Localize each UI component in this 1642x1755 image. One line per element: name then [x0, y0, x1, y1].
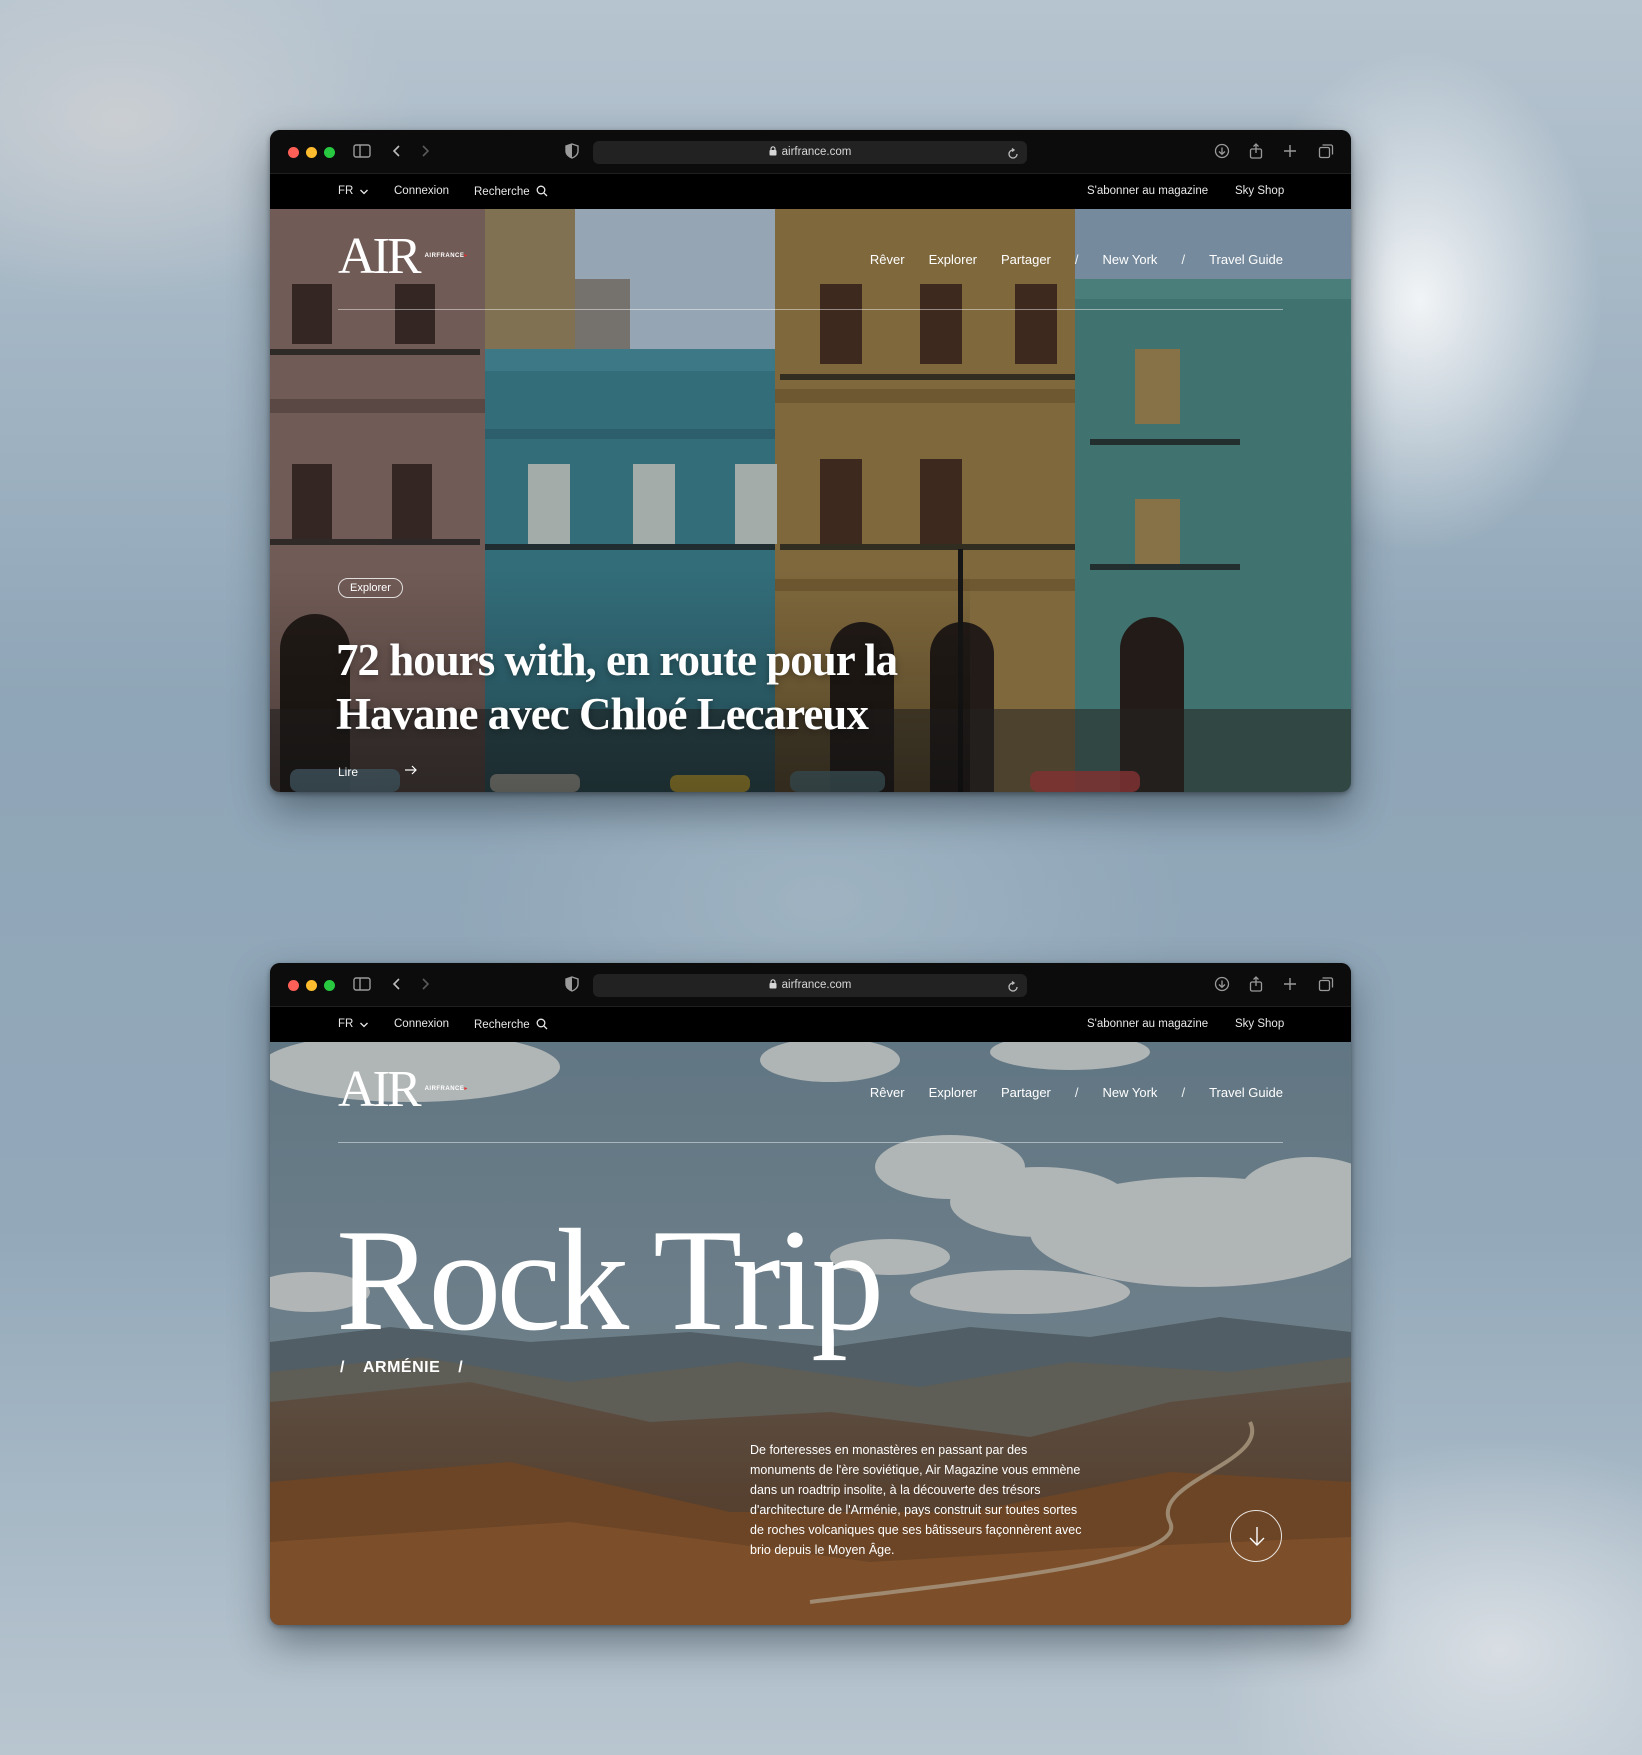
minimize-window-button[interactable]: [306, 147, 317, 158]
subtitle-slash: /: [340, 1359, 345, 1376]
article-intro: De forteresses en monastères en passant …: [750, 1443, 1082, 1557]
chevron-left-icon[interactable]: [392, 143, 402, 159]
browser-toolbar: airfrance.com: [270, 130, 1351, 174]
plus-icon[interactable]: [1283, 143, 1297, 159]
destination-label: ARMÉNIE: [362, 1359, 441, 1376]
sidebar-icon[interactable]: [353, 976, 371, 992]
address-bar[interactable]: airfrance.com: [593, 141, 1027, 164]
tabs-icon[interactable]: [1318, 143, 1334, 159]
connexion-link[interactable]: Connexion: [394, 185, 449, 197]
lock-icon: [769, 142, 777, 165]
logo-airfrance-label: AIRFRANCE: [424, 1086, 465, 1092]
share-icon[interactable]: [1249, 143, 1263, 159]
chevron-left-icon[interactable]: [392, 976, 402, 992]
browser-toolbar: airfrance.com: [270, 963, 1351, 1007]
share-icon[interactable]: [1249, 976, 1263, 992]
airfrance-mark-icon: ▸: [464, 253, 468, 259]
chevron-down-icon: [360, 189, 369, 195]
language-label: FR: [338, 1018, 354, 1030]
search-link[interactable]: Recherche: [474, 1018, 548, 1031]
scroll-down-button[interactable]: [1230, 1510, 1282, 1562]
page-title: Rock Trip: [336, 1199, 884, 1361]
download-icon[interactable]: [1214, 143, 1230, 159]
window-controls: [288, 980, 335, 991]
zoom-window-button[interactable]: [324, 147, 335, 158]
shield-icon[interactable]: [565, 976, 579, 992]
subscribe-link[interactable]: S'abonner au magazine: [1087, 185, 1208, 197]
nav-separator: /: [1074, 252, 1079, 267]
url-text: airfrance.com: [781, 979, 852, 991]
air-logo[interactable]: AIR AIRFRANCE▸: [338, 228, 468, 285]
close-window-button[interactable]: [288, 147, 299, 158]
logo-air-text: AIR: [338, 228, 422, 285]
zoom-window-button[interactable]: [324, 980, 335, 991]
language-label: FR: [338, 185, 354, 197]
search-link[interactable]: Recherche: [474, 185, 548, 198]
airfrance-mark-icon: ▸: [464, 1086, 468, 1092]
nav-separator: /: [1181, 252, 1186, 267]
language-selector[interactable]: FR: [338, 1018, 369, 1030]
site-utility-bar: FR Connexion Recherche S'abonner au maga…: [270, 174, 1351, 209]
address-bar[interactable]: airfrance.com: [593, 974, 1027, 997]
logo-airfrance-text: AIRFRANCE▸: [425, 252, 468, 259]
hero-havane: AIR AIRFRANCE▸ Rêver Explorer Partager /…: [270, 209, 1351, 792]
plus-icon[interactable]: [1283, 976, 1297, 992]
browser-window-rock-trip: airfrance.com FR Connexion Recherche S'a…: [270, 963, 1351, 1625]
search-label: Recherche: [474, 186, 530, 198]
nav-explorer[interactable]: Explorer: [929, 1085, 977, 1100]
minimize-window-button[interactable]: [306, 980, 317, 991]
nav-new-york[interactable]: New York: [1103, 252, 1158, 267]
language-selector[interactable]: FR: [338, 185, 369, 197]
logo-air-text: AIR: [338, 1061, 422, 1118]
search-label: Recherche: [474, 1019, 530, 1031]
search-icon: [536, 1018, 548, 1030]
sky-shop-link[interactable]: Sky Shop: [1235, 185, 1284, 197]
shield-icon[interactable]: [565, 143, 579, 159]
close-window-button[interactable]: [288, 980, 299, 991]
sky-shop-link[interactable]: Sky Shop: [1235, 1018, 1284, 1030]
nav-travel-guide[interactable]: Travel Guide: [1209, 1085, 1283, 1100]
header-divider: [338, 309, 1283, 310]
lock-icon: [769, 975, 777, 998]
tabs-icon[interactable]: [1318, 976, 1334, 992]
arrow-right-icon: [405, 765, 417, 775]
browser-window-havane: airfrance.com FR Connexion Recherche S'a…: [270, 130, 1351, 792]
nav-partager[interactable]: Partager: [1001, 1085, 1051, 1100]
logo-airfrance-label: AIRFRANCE: [424, 253, 465, 259]
article-headline[interactable]: 72 hours with, en route pour la Havane a…: [336, 633, 1036, 741]
nav-travel-guide[interactable]: Travel Guide: [1209, 252, 1283, 267]
nav-separator: /: [1074, 1085, 1079, 1100]
destination-subtitle: / ARMÉNIE /: [340, 1359, 481, 1377]
search-icon: [536, 185, 548, 197]
chevron-down-icon: [360, 1022, 369, 1028]
subscribe-link[interactable]: S'abonner au magazine: [1087, 1018, 1208, 1030]
connexion-link[interactable]: Connexion: [394, 1018, 449, 1030]
read-link[interactable]: Lire: [338, 765, 417, 779]
nav-partager[interactable]: Partager: [1001, 252, 1051, 267]
header-divider: [338, 1142, 1283, 1143]
url-text: airfrance.com: [781, 146, 852, 158]
subtitle-slash: /: [458, 1359, 464, 1376]
chevron-right-icon[interactable]: [420, 976, 430, 992]
site-utility-bar: FR Connexion Recherche S'abonner au maga…: [270, 1007, 1351, 1042]
nav-separator: /: [1181, 1085, 1186, 1100]
nav-rever[interactable]: Rêver: [870, 1085, 905, 1100]
main-nav: Rêver Explorer Partager / New York / Tra…: [870, 1085, 1283, 1100]
air-logo[interactable]: AIR AIRFRANCE▸: [338, 1061, 468, 1118]
read-label: Lire: [338, 765, 359, 779]
reload-icon[interactable]: [1007, 146, 1019, 169]
nav-explorer[interactable]: Explorer: [929, 252, 977, 267]
chevron-right-icon[interactable]: [420, 143, 430, 159]
nav-new-york[interactable]: New York: [1103, 1085, 1158, 1100]
window-controls: [288, 147, 335, 158]
hero-rock-trip: AIR AIRFRANCE▸ Rêver Explorer Partager /…: [270, 1042, 1351, 1625]
logo-airfrance-text: AIRFRANCE▸: [425, 1085, 468, 1092]
arrow-down-icon: [1249, 1527, 1265, 1546]
download-icon[interactable]: [1214, 976, 1230, 992]
sidebar-icon[interactable]: [353, 143, 371, 159]
reload-icon[interactable]: [1007, 979, 1019, 1002]
nav-rever[interactable]: Rêver: [870, 252, 905, 267]
main-nav: Rêver Explorer Partager / New York / Tra…: [870, 252, 1283, 267]
category-tag[interactable]: Explorer: [338, 578, 403, 598]
